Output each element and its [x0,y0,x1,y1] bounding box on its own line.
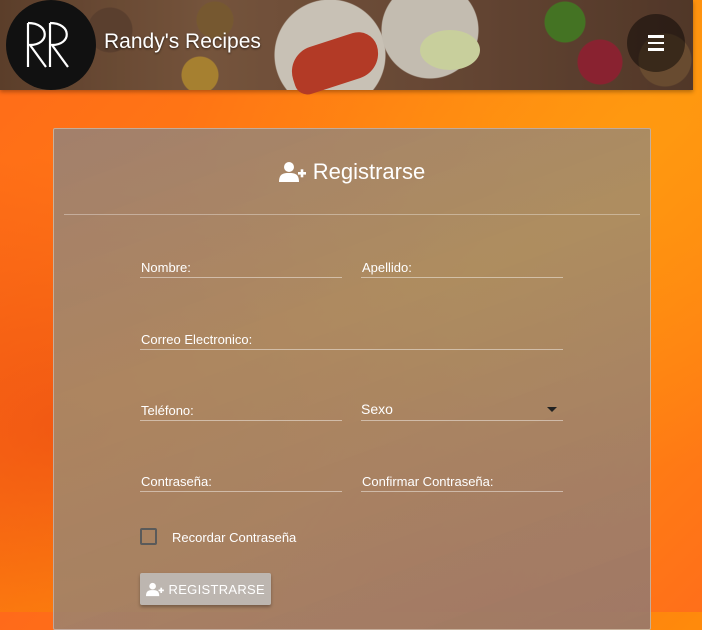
phone-field[interactable]: Teléfono: [140,398,342,421]
password-field[interactable]: Contraseña: [140,469,342,492]
menu-button[interactable] [627,14,685,72]
gender-select-value: Sexo [361,401,393,417]
last-name-field[interactable]: Apellido: [361,255,563,278]
first-name-label: Nombre: [141,260,191,275]
remember-label: Recordar Contraseña [172,530,297,545]
caret-down-icon [547,407,557,412]
email-label: Correo Electronico: [141,332,253,347]
rr-monogram-logo-icon [26,21,69,68]
banner-sauce-image [420,30,480,70]
register-card: Registrarse Nombre: Apellido: Correo Ele… [53,128,651,630]
register-button[interactable]: REGISTRARSE [140,573,271,605]
brand-title[interactable]: Randy's Recipes [104,30,261,54]
confirm-password-field[interactable]: Confirmar Contraseña: [361,469,563,492]
form-title: Registrarse [54,159,650,185]
hamburger-icon [648,33,664,53]
phone-label: Teléfono: [141,403,194,418]
gender-select[interactable]: Sexo [361,398,563,421]
remember-checkbox[interactable] [140,528,157,545]
logo[interactable] [6,0,96,90]
user-plus-icon [146,582,164,596]
password-label: Contraseña: [141,474,212,489]
title-divider [64,214,640,215]
register-button-label: REGISTRARSE [168,581,265,597]
confirm-password-label: Confirmar Contraseña: [362,474,494,489]
last-name-label: Apellido: [362,260,412,275]
banner-food-image [285,27,385,98]
form-title-text: Registrarse [312,159,426,184]
first-name-field[interactable]: Nombre: [140,255,342,278]
header-banner: Randy's Recipes [0,0,693,98]
email-field[interactable]: Correo Electronico: [140,327,563,350]
user-plus-icon [278,162,306,182]
